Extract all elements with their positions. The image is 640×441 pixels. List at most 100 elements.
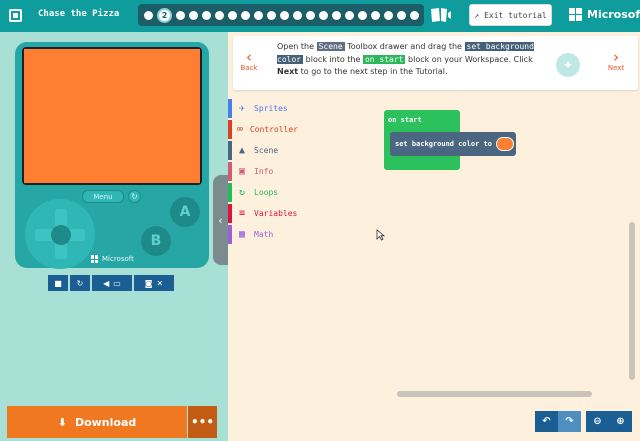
tutorial-step-dot[interactable] [228,10,237,20]
controller-icon: ∞ [236,124,243,135]
on-start-label: on start [388,116,422,124]
tutorial-step-dot[interactable] [319,10,328,20]
stop-icon: ■ [54,278,62,288]
toolbox-item-controller[interactable]: ∞ Controller [228,119,298,140]
toolbox-item-scene[interactable]: ▲ Scene [228,140,298,161]
screenshot-button[interactable]: ◙ ✕ [134,275,174,291]
tutorial-step-dot[interactable] [384,10,393,20]
back-button[interactable]: ‹ Back [239,48,259,73]
camera-icon: ◙ [144,278,153,288]
tutorial-instructions: Open the Scene Toolbox drawer and drag t… [277,42,534,76]
microsoft-grid-icon [91,255,99,263]
redo-button[interactable]: ↷ [558,411,581,432]
mouse-pointer-icon [376,229,385,241]
microsoft-logo: Microsoft [569,8,640,21]
category-color-bar [228,99,232,118]
tutorial-card: ‹ Back Open the Scene Toolbox drawer and… [233,36,638,90]
on-start-tag: on start [362,54,406,64]
tutorial-step-dot[interactable] [306,10,315,20]
restart-button[interactable]: ↻ [70,275,90,291]
vertical-scrollbar[interactable] [629,222,635,380]
tutorial-step-dot[interactable] [332,10,341,20]
category-color-bar [228,204,232,223]
tutorial-step-dot[interactable] [293,10,302,20]
category-color-bar [228,225,232,244]
tutorial-step-dot[interactable] [345,10,354,20]
sound-button[interactable]: ◀ ▭ [92,275,132,291]
tutorial-step-dot[interactable] [189,10,198,20]
color-swatch[interactable] [495,137,514,151]
lightbulb-icon[interactable]: ✦ [556,53,580,77]
toolbox-item-label: Math [254,230,274,239]
microsoft-grid-icon [569,8,582,21]
toolbox-item-label: Controller [249,125,298,134]
external-link-icon: ↗ [474,10,480,20]
toolbox-item-label: Loops [254,188,279,197]
speaker-icon: ◀ [103,278,110,288]
screen-bezel [22,47,202,185]
tutorial-step-dot[interactable] [254,10,263,20]
tutorial-step-dot[interactable] [280,10,289,20]
category-color-bar [228,141,232,160]
toolbox-item-variables[interactable]: ≡ Variables [228,203,298,224]
stop-button[interactable]: ■ [48,275,68,291]
tutorial-step-dot[interactable] [358,10,367,20]
next-button[interactable]: › Next [603,48,629,73]
category-color-bar [228,162,232,181]
tutorial-step-dot[interactable] [267,10,276,20]
tutorial-step-dot[interactable] [410,10,419,20]
dpad-center [51,225,71,245]
tutorial-step-dot[interactable] [241,10,250,20]
chevron-left-icon: ‹ [246,48,252,66]
keyboard-icon: ▭ [113,278,121,288]
toolbox-item-math[interactable]: ▦ Math [228,224,298,245]
toolbox-item-sprites[interactable]: ✈ Sprites [228,98,298,119]
restart-icon: ↻ [76,278,84,288]
zoom-in-button[interactable]: ⊕ [609,411,632,432]
exit-tutorial-button[interactable]: ↗ Exit tutorial [469,4,552,26]
horizontal-scrollbar[interactable] [397,391,592,397]
toolbox-item-label: Info [254,167,274,176]
tutorial-step-dot[interactable] [371,10,380,20]
scene-icon: ▲ [238,145,246,156]
simulator-toolbar: ■ ↻ ◀ ▭ ◙ ✕ [48,275,174,291]
download-button[interactable]: ⬇ Download [7,406,187,438]
category-color-bar [228,183,232,202]
tutorial-step-dot[interactable] [144,10,153,20]
undo-button[interactable]: ↶ [535,411,558,432]
download-icon: ⬇ [57,415,67,429]
zoom-out-button[interactable]: ⊖ [586,411,609,432]
category-color-bar [228,120,232,139]
reset-icon[interactable]: ↻ [128,190,141,203]
tutorial-step-dot[interactable] [176,10,185,20]
dpad[interactable] [25,199,95,269]
toolbox-item-label: Sprites [254,104,288,113]
toolbox-item-info[interactable]: ▣ Info [228,161,298,182]
collapse-simulator-button[interactable]: ‹ [213,175,228,265]
tutorial-step-dot[interactable] [202,10,211,20]
game-screen[interactable] [24,49,200,183]
b-button[interactable]: B [141,226,171,256]
game-console: Menu ↻ A B Microsoft [15,42,209,269]
toolbox-item-loops[interactable]: ↻ Loops [228,182,298,203]
zoom-out-icon: ⊖ [593,416,602,427]
zoom-in-icon: ⊕ [616,416,625,427]
app-title: Chase the Pizza [38,9,120,19]
toolbox: ✈ Sprites ∞ Controller ▲ Scene ▣ Info ↻ Loops ≡ Var… [228,98,298,248]
home-icon[interactable] [9,9,22,22]
toolbox-item-label: Variables [254,209,298,218]
immersive-reader-icon[interactable] [430,7,452,23]
variables-icon: ≡ [238,208,246,219]
tutorial-step-dot[interactable] [397,10,406,20]
chevron-right-icon: › [613,48,619,66]
tutorial-step-current[interactable]: 2 [157,7,172,23]
info-icon: ▣ [238,166,246,177]
redo-icon: ↷ [565,416,574,427]
more-options-button[interactable]: ••• [188,406,217,438]
tutorial-step-dot[interactable] [215,10,224,20]
a-button[interactable]: A [170,197,200,227]
set-background-color-block[interactable]: set background color to [390,132,516,156]
console-microsoft-logo: Microsoft [91,255,134,263]
menu-button[interactable]: Menu [82,190,124,203]
sprites-icon: ✈ [238,103,246,114]
